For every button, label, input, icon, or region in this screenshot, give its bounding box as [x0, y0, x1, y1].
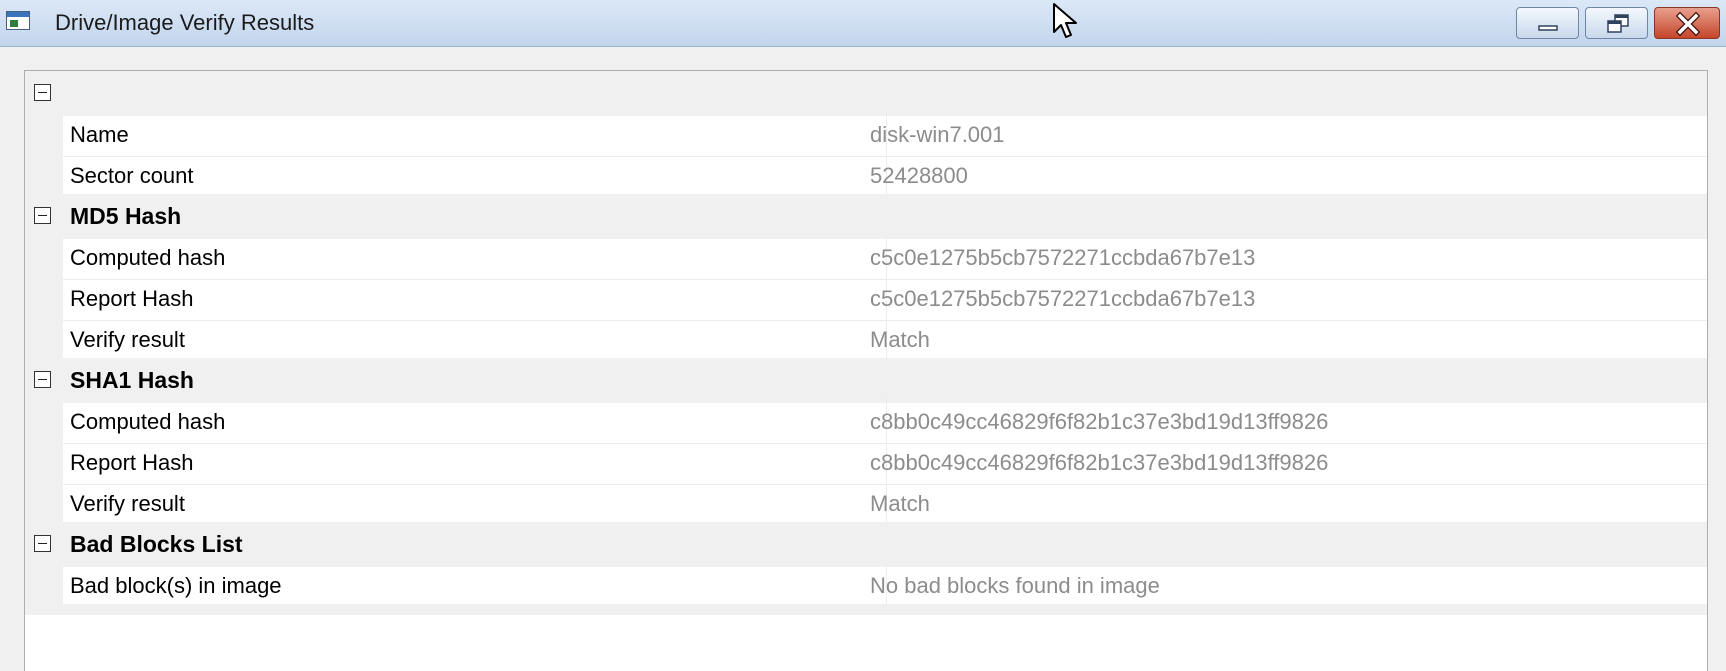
- collapse-icon[interactable]: [34, 371, 51, 388]
- property-value[interactable]: c8bb0c49cc46829f6f82b1c37e3bd19d13ff9826: [870, 450, 1328, 476]
- close-button[interactable]: [1654, 7, 1720, 39]
- property-row-md5-report-hash[interactable]: Report Hash c5c0e1275b5cb7572271ccbda67b…: [25, 276, 1707, 321]
- property-name: Bad block(s) in image: [70, 573, 282, 598]
- window-title: Drive/Image Verify Results: [55, 10, 315, 35]
- window-app-icon[interactable]: [6, 11, 30, 30]
- category-row-bad-blocks-list[interactable]: Bad Blocks List: [25, 522, 1707, 567]
- minimize-button[interactable]: [1516, 7, 1579, 39]
- property-row-bad-blocks[interactable]: Bad block(s) in image No bad blocks foun…: [25, 563, 1707, 608]
- property-row-name[interactable]: Name disk-win7.001: [25, 112, 1707, 157]
- property-value[interactable]: disk-win7.001: [870, 122, 1005, 148]
- property-name: Computed hash: [70, 245, 226, 270]
- category-label: MD5 Hash: [70, 203, 182, 229]
- property-value[interactable]: c8bb0c49cc46829f6f82b1c37e3bd19d13ff9826: [870, 409, 1328, 435]
- close-icon: [1675, 11, 1701, 37]
- property-name: Sector count: [70, 163, 194, 188]
- category-label: SHA1 Hash: [70, 367, 194, 393]
- property-row-md5-verify-result[interactable]: Verify result Match: [25, 317, 1707, 362]
- category-row-md5-hash[interactable]: MD5 Hash: [25, 194, 1707, 239]
- title-bar[interactable]: Drive/Image Verify Results: [0, 0, 1726, 47]
- property-value[interactable]: c5c0e1275b5cb7572271ccbda67b7e13: [870, 286, 1255, 312]
- property-name: Name: [70, 122, 129, 147]
- collapse-icon[interactable]: [34, 535, 51, 552]
- property-name: Computed hash: [70, 409, 226, 434]
- collapse-icon[interactable]: [34, 84, 51, 101]
- collapse-icon[interactable]: [34, 207, 51, 224]
- property-name: Report Hash: [70, 450, 194, 475]
- property-row-md5-computed-hash[interactable]: Computed hash c5c0e1275b5cb7572271ccbda6…: [25, 235, 1707, 280]
- property-name: Report Hash: [70, 286, 194, 311]
- property-name: Verify result: [70, 491, 185, 516]
- category-row-sha1-hash[interactable]: SHA1 Hash: [25, 358, 1707, 403]
- restore-icon: [1607, 14, 1629, 33]
- property-value[interactable]: Match: [870, 327, 930, 353]
- property-row-sha1-report-hash[interactable]: Report Hash c8bb0c49cc46829f6f82b1c37e3b…: [25, 440, 1707, 485]
- property-grid[interactable]: Name disk-win7.001 Sector count 52428800…: [24, 70, 1708, 671]
- property-value[interactable]: c5c0e1275b5cb7572271ccbda67b7e13: [870, 245, 1255, 271]
- property-name: Verify result: [70, 327, 185, 352]
- property-row-sha1-verify-result[interactable]: Verify result Match: [25, 481, 1707, 526]
- grid-bottom-strip: [25, 604, 1707, 615]
- category-label: Bad Blocks List: [70, 531, 243, 557]
- property-value[interactable]: No bad blocks found in image: [870, 573, 1160, 599]
- property-value[interactable]: 52428800: [870, 163, 968, 189]
- property-row-sha1-computed-hash[interactable]: Computed hash c8bb0c49cc46829f6f82b1c37e…: [25, 399, 1707, 444]
- property-value[interactable]: Match: [870, 491, 930, 517]
- category-row-general[interactable]: [25, 71, 1707, 116]
- mouse-cursor-icon: [1053, 3, 1077, 38]
- minimize-icon: [1538, 25, 1558, 31]
- property-row-sector-count[interactable]: Sector count 52428800: [25, 153, 1707, 198]
- restore-button[interactable]: [1585, 7, 1648, 39]
